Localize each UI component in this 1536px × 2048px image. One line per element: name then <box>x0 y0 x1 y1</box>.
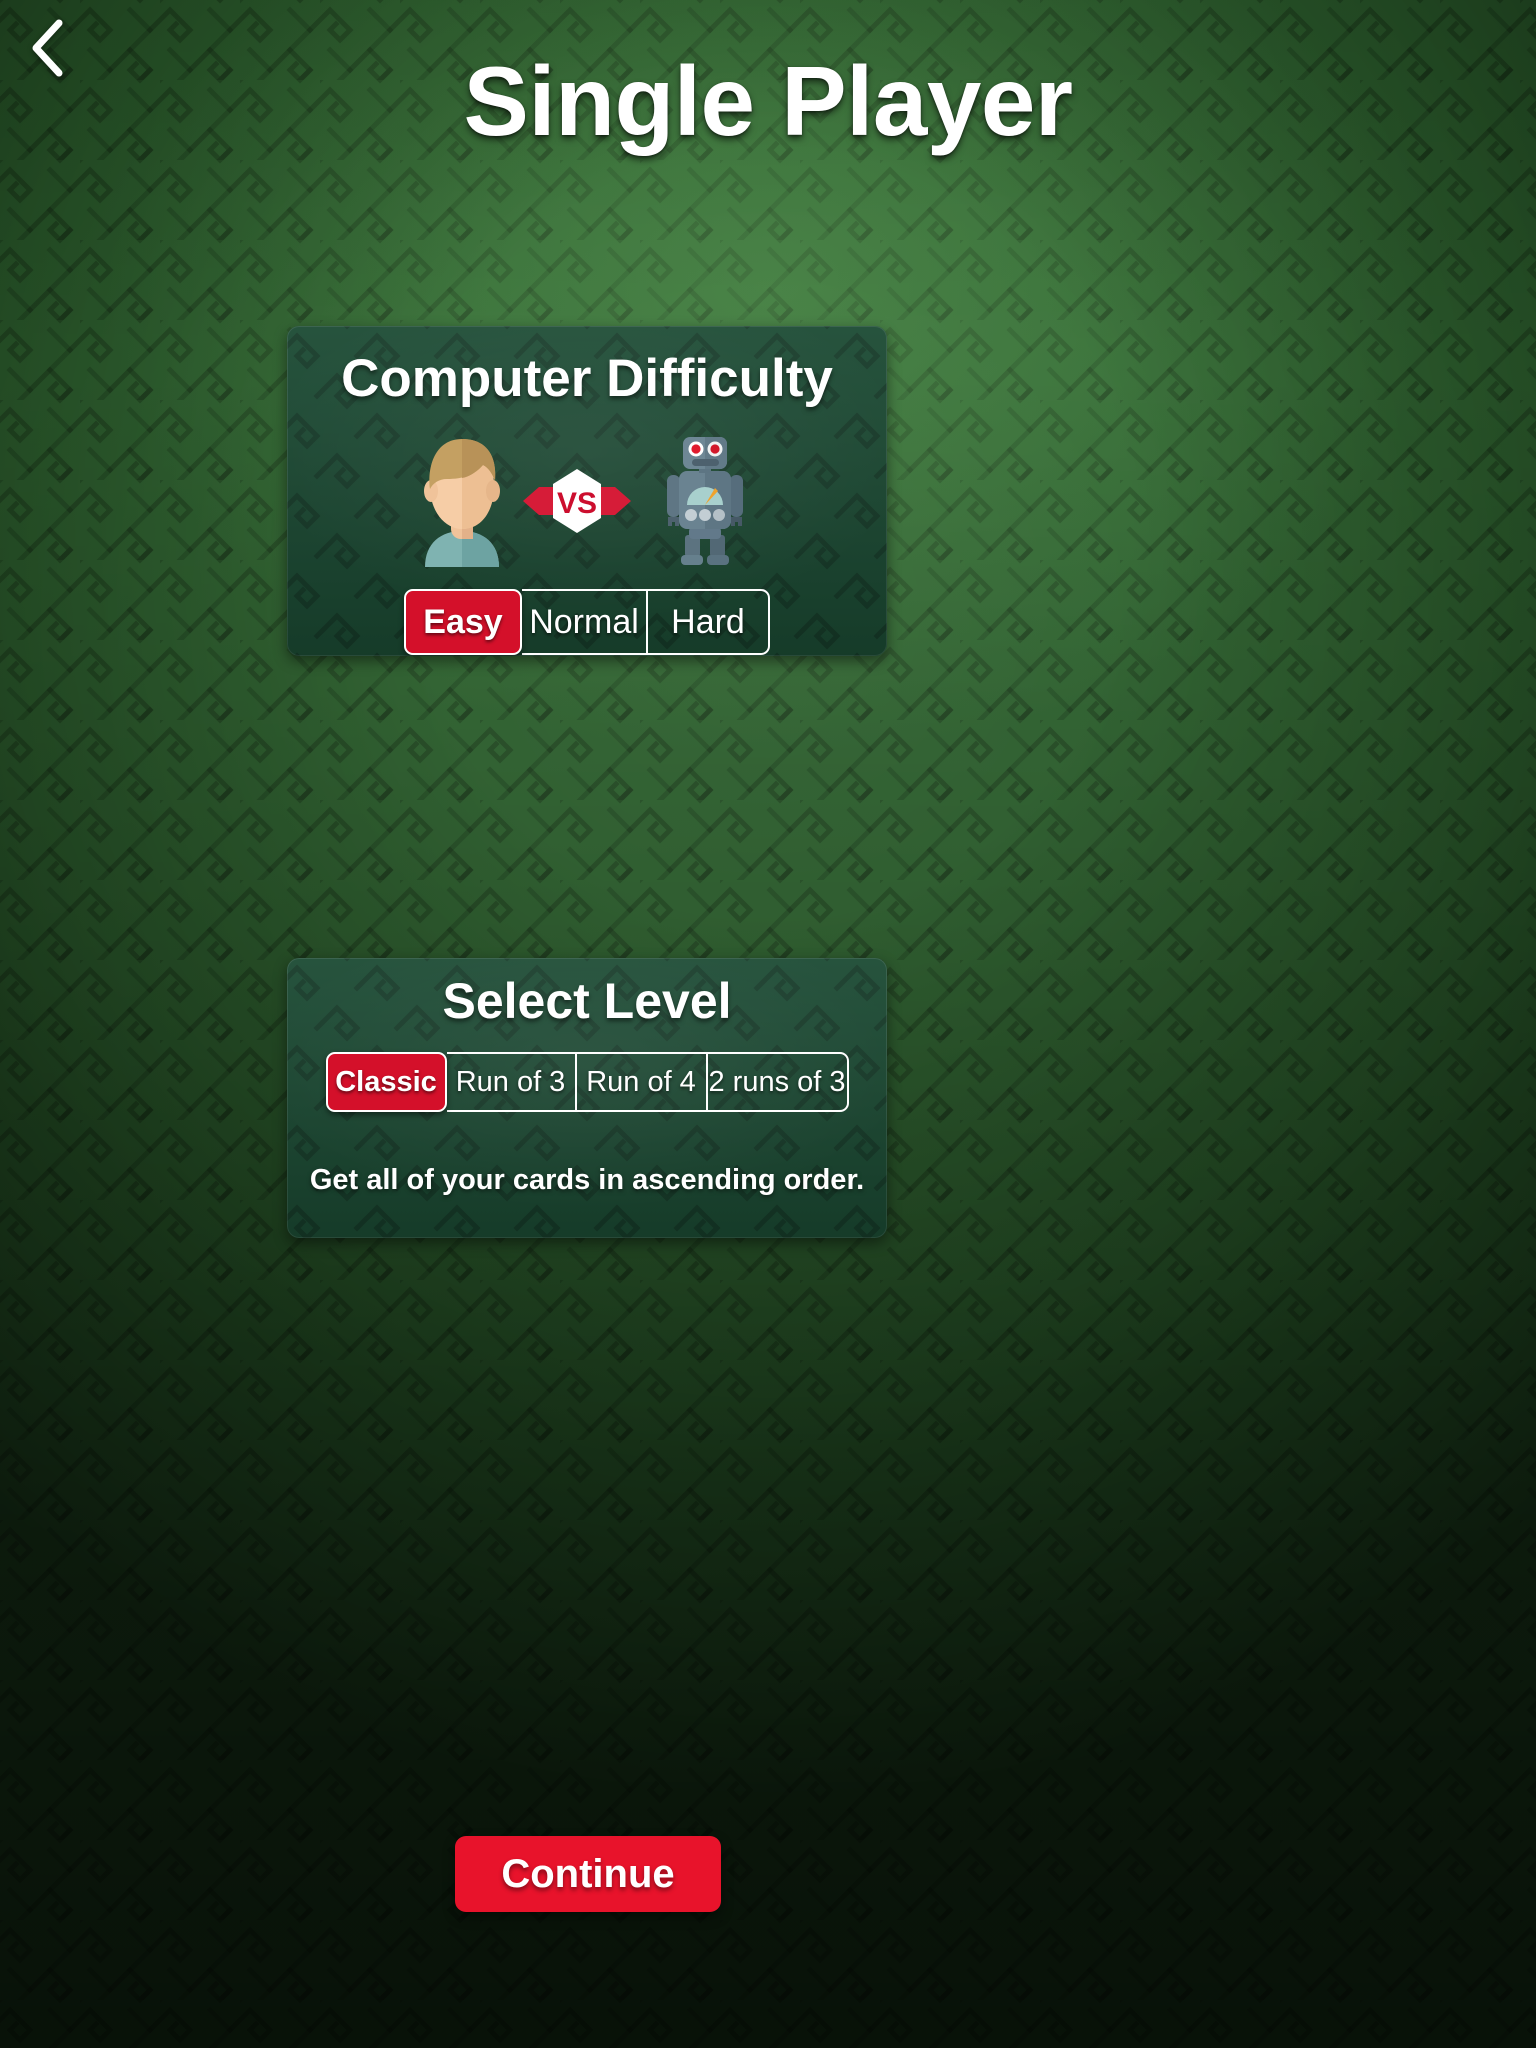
difficulty-card-title: Computer Difficulty <box>341 349 833 408</box>
level-option-run-of-4[interactable]: Run of 4 <box>574 1052 706 1112</box>
difficulty-option-easy[interactable]: Easy <box>404 589 522 655</box>
computer-difficulty-card: Computer Difficulty VS Easy Normal Hard <box>287 326 887 656</box>
robot-icon <box>659 435 771 567</box>
select-level-card: Select Level Classic Run of 3 Run of 4 2… <box>287 958 887 1238</box>
versus-badge: VS <box>521 435 633 567</box>
difficulty-option-hard[interactable]: Hard <box>646 589 770 655</box>
difficulty-option-normal[interactable]: Normal <box>522 589 646 655</box>
difficulty-card-content: Computer Difficulty VS Easy Normal Hard <box>287 352 887 655</box>
versus-row: VS <box>287 429 887 567</box>
versus-label: VS <box>557 487 597 520</box>
level-description: Get all of your cards in ascending order… <box>309 1164 865 1196</box>
difficulty-segmented-control[interactable]: Easy Normal Hard <box>287 589 887 655</box>
level-option-2-runs-of-3[interactable]: 2 runs of 3 <box>705 1052 849 1112</box>
chevron-left-icon <box>29 19 65 77</box>
level-option-classic[interactable]: Classic <box>325 1052 447 1112</box>
back-button[interactable] <box>8 6 86 90</box>
page-title: Single Player <box>463 46 1073 156</box>
single-player-screen: Single Player Computer Difficulty VS Eas… <box>0 0 1536 2048</box>
level-option-run-of-3[interactable]: Run of 3 <box>446 1052 575 1112</box>
person-avatar-icon <box>403 435 521 567</box>
level-card-title: Select Level <box>442 973 732 1029</box>
level-segmented-control[interactable]: Classic Run of 3 Run of 4 2 runs of 3 <box>287 1052 887 1112</box>
level-card-content: Select Level Classic Run of 3 Run of 4 2… <box>287 976 887 1197</box>
continue-button[interactable]: Continue <box>455 1836 721 1912</box>
